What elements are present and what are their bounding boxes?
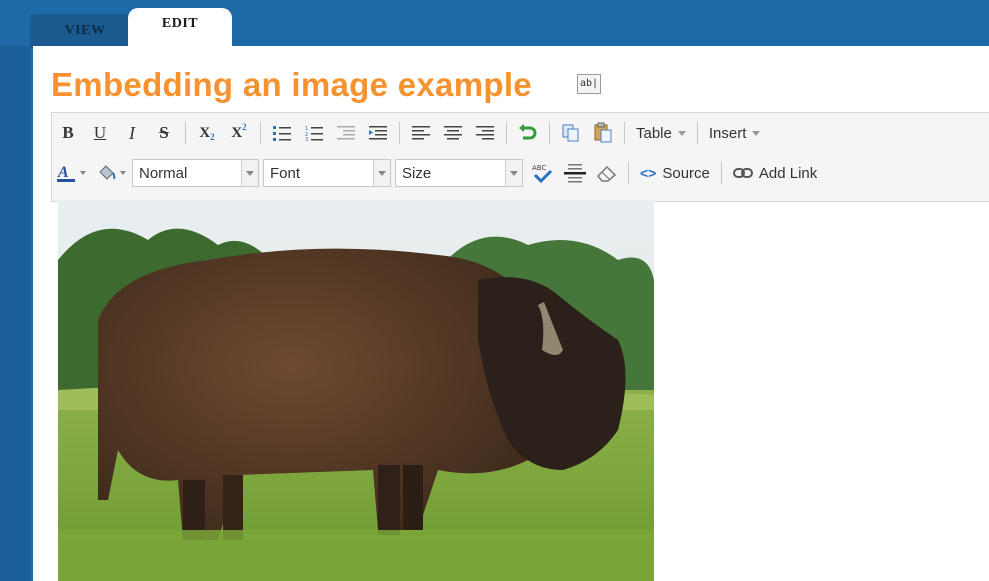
remove-format-button[interactable] (591, 159, 623, 187)
paste-icon (594, 122, 612, 143)
bison-image[interactable] (58, 200, 654, 581)
align-right-icon (476, 126, 494, 140)
tab-view[interactable]: VIEW (30, 14, 140, 48)
svg-text:3: 3 (305, 137, 308, 141)
numbered-list-button[interactable]: 123 (298, 119, 330, 147)
align-left-button[interactable] (405, 119, 437, 147)
format-select[interactable]: Normal (132, 159, 259, 187)
chevron-down-icon (752, 130, 761, 136)
separator (506, 122, 507, 144)
strikethrough-button[interactable]: S (148, 119, 180, 147)
table-label: Table (636, 124, 672, 142)
insert-label: Insert (708, 124, 747, 142)
align-center-button[interactable] (437, 119, 469, 147)
font-value: Font (270, 164, 301, 182)
chevron-down-icon (373, 160, 390, 186)
horizontal-rule-icon (564, 164, 586, 183)
editor-toolbar: B U I S X2 X2 123 Table Insert A Normal … (51, 112, 989, 202)
align-left-icon (412, 126, 430, 140)
numbered-list-icon: 123 (305, 126, 323, 141)
superscript-button[interactable]: X2 (223, 119, 255, 147)
add-link-button[interactable]: Add Link (727, 159, 823, 187)
indent-button[interactable] (362, 119, 394, 147)
underline-button[interactable]: U (84, 119, 116, 147)
separator (549, 122, 550, 144)
font-select[interactable]: Font (263, 159, 391, 187)
eraser-icon (596, 165, 617, 182)
separator (624, 122, 625, 144)
separator (260, 122, 261, 144)
chevron-down-icon (241, 160, 258, 186)
separator (720, 162, 722, 184)
text-color-icon: A (57, 164, 86, 182)
editor-panel: Embedding an image example ab| B U I S X… (33, 46, 989, 581)
link-icon (732, 168, 753, 178)
add-link-label: Add Link (758, 164, 818, 182)
left-frame (0, 0, 30, 581)
size-select[interactable]: Size (395, 159, 523, 187)
subscript-label: X (199, 124, 211, 141)
text-color-button[interactable]: A (52, 159, 92, 187)
bold-button[interactable]: B (52, 119, 84, 147)
bulleted-list-button[interactable] (266, 119, 298, 147)
subscript-icon: 2 (210, 132, 215, 142)
superscript-label: X (231, 124, 243, 141)
copy-button[interactable] (555, 119, 587, 147)
undo-button[interactable] (512, 119, 544, 147)
toolbar-row-2: A Normal Font Size ABC <> Source Add Link (52, 155, 823, 191)
align-center-icon (444, 126, 462, 140)
code-icon: <> (640, 165, 657, 181)
outdent-button[interactable] (330, 119, 362, 147)
insert-dropdown[interactable]: Insert (703, 119, 767, 147)
size-value: Size (402, 164, 432, 182)
superscript-icon: 2 (242, 122, 247, 132)
spellcheck-icon: ABC (532, 164, 553, 184)
bulleted-list-icon (273, 126, 291, 141)
svg-text:A: A (57, 164, 69, 181)
paint-bucket-icon (99, 165, 126, 180)
chevron-down-icon (677, 130, 686, 136)
page-title[interactable]: Embedding an image example (51, 66, 532, 104)
source-label: Source (662, 164, 710, 182)
tab-edit[interactable]: EDIT (128, 8, 232, 48)
format-value: Normal (139, 164, 188, 182)
chevron-down-icon (505, 160, 522, 186)
paste-button[interactable] (587, 119, 619, 147)
copy-icon (562, 124, 579, 142)
subscript-button[interactable]: X2 (191, 119, 223, 147)
spellcheck-button[interactable]: ABC (527, 159, 559, 187)
background-color-button[interactable] (92, 159, 132, 187)
edit-title-icon[interactable]: ab| (577, 74, 601, 94)
indent-icon (369, 126, 387, 140)
separator (628, 162, 629, 184)
align-right-button[interactable] (469, 119, 501, 147)
separator (185, 122, 186, 144)
separator (696, 122, 698, 144)
bison-photo-icon (58, 200, 654, 581)
outdent-icon (337, 126, 355, 140)
source-button[interactable]: <> Source (634, 159, 716, 187)
horizontal-rule-button[interactable] (559, 159, 591, 187)
spellcheck-text: ABC (532, 164, 546, 172)
separator (399, 122, 400, 144)
toolbar-row-1: B U I S X2 X2 123 Table Insert (52, 115, 766, 151)
italic-button[interactable]: I (116, 119, 148, 147)
undo-icon (519, 124, 537, 140)
table-dropdown[interactable]: Table (630, 119, 692, 147)
